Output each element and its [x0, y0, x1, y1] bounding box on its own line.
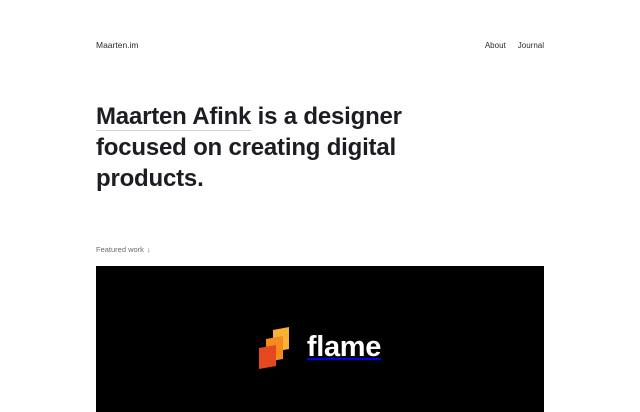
- hero-heading: Maarten Afink is a designer focused on c…: [96, 101, 436, 194]
- arrow-down-icon: ↓: [146, 245, 151, 254]
- main-nav: About Journal: [485, 41, 544, 50]
- flame-brand: flame: [258, 327, 382, 369]
- flame-logo-icon: [258, 327, 289, 369]
- site-header: Maarten.im About Journal: [96, 38, 544, 52]
- featured-work-text: Featured work: [96, 245, 144, 254]
- nav-about-link[interactable]: About: [485, 41, 506, 50]
- featured-project-card[interactable]: flame: [96, 266, 544, 412]
- project-name: flame: [306, 330, 382, 363]
- page: Maarten.im About Journal Maarten Afink i…: [0, 0, 640, 412]
- featured-work-label: Featured work ↓: [96, 245, 151, 254]
- site-logo-link[interactable]: Maarten.im: [96, 40, 139, 50]
- hero-name-link[interactable]: Maarten Afink: [96, 103, 251, 131]
- nav-journal-link[interactable]: Journal: [518, 41, 544, 50]
